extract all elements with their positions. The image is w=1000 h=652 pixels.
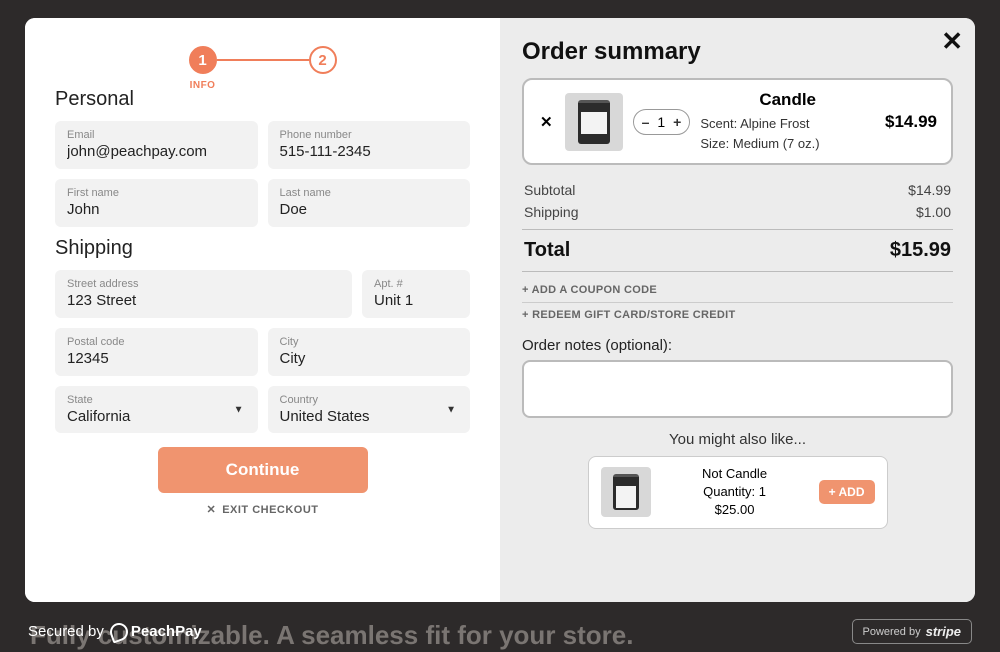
apt-input[interactable]: [374, 292, 458, 309]
recommendation-price: $25.00: [665, 501, 805, 519]
item-name: Candle: [700, 90, 875, 110]
lastname-input[interactable]: [280, 201, 459, 218]
city-label: City: [280, 336, 459, 348]
shipping-heading: Shipping: [55, 237, 470, 260]
chevron-down-icon: ▼: [446, 404, 456, 415]
firstname-input[interactable]: [67, 201, 246, 218]
email-input[interactable]: [67, 143, 246, 160]
checkout-form-panel: 1 INFO 2 Personal Email Phone number Fir…: [25, 18, 500, 602]
qty-increase-button[interactable]: +: [673, 114, 681, 130]
product-thumbnail: [565, 93, 623, 151]
order-notes-input[interactable]: [522, 360, 953, 418]
powered-by-stripe-badge: Powered by stripe: [852, 619, 973, 644]
firstname-label: First name: [67, 187, 246, 199]
divider: [522, 271, 953, 272]
email-field[interactable]: Email: [55, 121, 258, 169]
street-label: Street address: [67, 278, 340, 290]
order-summary-heading: Order summary: [522, 38, 953, 66]
city-field[interactable]: City: [268, 328, 471, 376]
candle-icon: [578, 100, 610, 144]
city-input[interactable]: [280, 350, 459, 367]
subtotal-row: Subtotal $14.99: [522, 179, 953, 201]
secured-by-badge: Secured by PeachPay: [28, 623, 202, 641]
qty-decrease-button[interactable]: –: [642, 114, 650, 130]
phone-field[interactable]: Phone number: [268, 121, 471, 169]
remove-item-button[interactable]: ✕: [538, 113, 555, 131]
divider: [522, 229, 953, 230]
personal-heading: Personal: [55, 88, 470, 111]
country-select[interactable]: United States: [280, 408, 459, 425]
candle-icon: [613, 474, 639, 510]
exit-checkout-link[interactable]: ✕ EXIT CHECKOUT: [55, 503, 470, 516]
apt-field[interactable]: Apt. #: [362, 270, 470, 318]
postal-field[interactable]: Postal code: [55, 328, 258, 376]
peach-icon: [107, 620, 130, 643]
total-row: Total $15.99: [522, 236, 953, 265]
lastname-field[interactable]: Last name: [268, 179, 471, 227]
street-input[interactable]: [67, 292, 340, 309]
postal-input[interactable]: [67, 350, 246, 367]
item-price: $14.99: [885, 112, 937, 132]
item-size: Size: Medium (7 oz.): [700, 134, 875, 154]
postal-label: Postal code: [67, 336, 246, 348]
street-field[interactable]: Street address: [55, 270, 352, 318]
progress-steps: 1 INFO 2: [55, 46, 470, 74]
recommendation-heading: You might also like...: [522, 431, 953, 448]
step-connector: [217, 59, 309, 62]
close-modal-button[interactable]: ✕: [941, 26, 963, 57]
peachpay-logo: PeachPay: [110, 623, 202, 641]
add-recommendation-button[interactable]: + ADD: [819, 480, 875, 504]
order-notes-label: Order notes (optional):: [522, 337, 953, 354]
continue-button[interactable]: Continue: [158, 447, 368, 493]
close-icon: ✕: [206, 503, 216, 516]
country-label: Country: [280, 394, 459, 406]
phone-input[interactable]: [280, 143, 459, 160]
step-2[interactable]: 2: [309, 46, 337, 74]
state-select[interactable]: California: [67, 408, 246, 425]
footer: Secured by PeachPay Powered by stripe: [28, 619, 972, 644]
recommendation-thumbnail: [601, 467, 651, 517]
shipping-row: Shipping $1.00: [522, 201, 953, 223]
lastname-label: Last name: [280, 187, 459, 199]
quantity-stepper[interactable]: – 1 +: [633, 109, 691, 135]
redeem-giftcard-link[interactable]: + REDEEM GIFT CARD/STORE CREDIT: [522, 303, 953, 327]
email-label: Email: [67, 129, 246, 141]
item-scent: Scent: Alpine Frost: [700, 114, 875, 134]
recommendation-name: Not Candle: [665, 465, 805, 483]
qty-value: 1: [657, 114, 665, 130]
recommendation-qty: Quantity: 1: [665, 483, 805, 501]
phone-label: Phone number: [280, 129, 459, 141]
cart-item: ✕ – 1 + Candle Scent: Alpine Frost Size:…: [522, 78, 953, 165]
recommendation-card: Not Candle Quantity: 1 $25.00 + ADD: [588, 456, 888, 529]
step-1[interactable]: 1 INFO: [189, 46, 217, 74]
apt-label: Apt. #: [374, 278, 458, 290]
checkout-modal: 1 INFO 2 Personal Email Phone number Fir…: [25, 18, 975, 602]
state-label: State: [67, 394, 246, 406]
chevron-down-icon: ▼: [234, 404, 244, 415]
add-coupon-link[interactable]: + ADD A COUPON CODE: [522, 278, 953, 303]
firstname-field[interactable]: First name: [55, 179, 258, 227]
step-1-label: INFO: [190, 80, 216, 91]
country-field[interactable]: Country United States ▼: [268, 386, 471, 433]
state-field[interactable]: State California ▼: [55, 386, 258, 433]
order-summary-panel: ✕ Order summary ✕ – 1 + Candle Scent: Al…: [500, 18, 975, 602]
